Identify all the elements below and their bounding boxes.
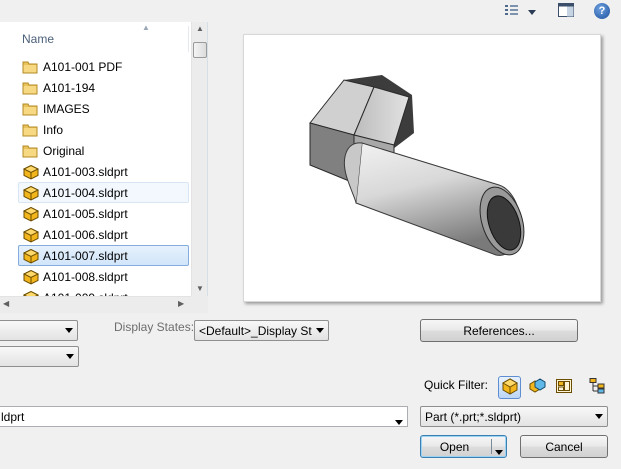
list-item-label: Info bbox=[43, 122, 64, 137]
list-item[interactable]: A101-005.sldprt bbox=[18, 203, 189, 224]
list-item-label: Original bbox=[43, 143, 85, 158]
solidworks-part-icon bbox=[22, 269, 40, 285]
filter-top-assemblies-icon bbox=[588, 377, 606, 398]
list-item[interactable]: IMAGES bbox=[18, 98, 189, 119]
list-item-label: A101-006.sldprt bbox=[43, 227, 128, 242]
display-states-label: Display States: bbox=[114, 320, 195, 334]
list-item[interactable]: A101-006.sldprt bbox=[18, 224, 189, 245]
list-item[interactable]: A101-007.sldprt bbox=[18, 245, 189, 266]
references-button-label: References... bbox=[463, 323, 535, 338]
cancel-button-label: Cancel bbox=[545, 439, 583, 454]
folder-icon bbox=[22, 143, 40, 159]
scrollbar-corner bbox=[191, 296, 208, 313]
file-list-pane: ▲ Name A101-001 PDF A101-194 IMAGES Info Ori… bbox=[0, 22, 208, 298]
chevron-down-icon bbox=[66, 354, 74, 359]
column-header-label: Name bbox=[22, 32, 55, 46]
file-name-value: ldprt bbox=[1, 409, 25, 424]
help-icon: ? bbox=[594, 3, 610, 19]
filter-assemblies-icon bbox=[528, 377, 546, 398]
chevron-down-icon bbox=[595, 414, 603, 419]
cancel-button[interactable]: Cancel bbox=[520, 435, 608, 458]
list-item[interactable]: A101-008.sldprt bbox=[18, 266, 189, 287]
list-item-label: A101-001 PDF bbox=[43, 59, 123, 74]
open-split-divider bbox=[491, 439, 492, 454]
preview-pane-icon bbox=[558, 2, 574, 20]
filter-parts-icon bbox=[501, 377, 519, 398]
filter-drawings-button[interactable] bbox=[552, 376, 575, 399]
configurations-combo[interactable] bbox=[0, 320, 78, 341]
solidworks-part-icon bbox=[22, 164, 40, 180]
list-item[interactable]: A101-194 bbox=[18, 77, 189, 98]
column-divider bbox=[188, 26, 189, 52]
list-item[interactable]: A101-003.sldprt bbox=[18, 161, 189, 182]
preview-pane-button[interactable] bbox=[555, 1, 577, 21]
preview-card bbox=[243, 34, 601, 302]
filter-top-assemblies-button[interactable] bbox=[585, 376, 608, 399]
filter-drawings-icon bbox=[555, 377, 573, 398]
list-item[interactable]: Original bbox=[18, 140, 189, 161]
mode-combo[interactable] bbox=[0, 346, 79, 367]
solidworks-part-icon bbox=[22, 185, 40, 201]
folder-icon bbox=[22, 80, 40, 96]
list-item-label: A101-005.sldprt bbox=[43, 206, 128, 221]
chevron-down-icon bbox=[528, 4, 536, 18]
chevron-down-icon[interactable] bbox=[395, 414, 403, 428]
open-button[interactable]: Open bbox=[420, 435, 507, 458]
list-item[interactable]: Info bbox=[18, 119, 189, 140]
list-item-label: A101-003.sldprt bbox=[43, 164, 128, 179]
open-button-label: Open bbox=[439, 439, 470, 454]
preview-area bbox=[209, 22, 621, 313]
vertical-scrollbar[interactable]: ▲ ▼ bbox=[191, 22, 207, 298]
scroll-right-icon[interactable]: ▶ bbox=[178, 299, 184, 308]
folder-icon bbox=[22, 59, 40, 75]
display-states-value: <Default>_Display St bbox=[199, 323, 312, 338]
scroll-left-icon[interactable]: ◀ bbox=[3, 299, 9, 308]
horizontal-scrollbar[interactable]: ◀ ▶ bbox=[0, 296, 191, 313]
scrollbar-thumb[interactable] bbox=[193, 42, 207, 58]
list-item-label: A101-007.sldprt bbox=[43, 248, 128, 263]
scroll-down-icon[interactable]: ▼ bbox=[196, 284, 204, 293]
list-item-label: A101-008.sldprt bbox=[43, 269, 128, 284]
list-item-label: A101-194 bbox=[43, 80, 96, 95]
file-type-value: Part (*.prt;*.sldprt) bbox=[425, 409, 522, 424]
chevron-down-icon[interactable] bbox=[495, 444, 503, 458]
list-item[interactable]: A101-001 PDF bbox=[18, 56, 189, 77]
folder-icon bbox=[22, 122, 40, 138]
solidworks-part-icon bbox=[22, 227, 40, 243]
help-button[interactable]: ? bbox=[591, 1, 613, 21]
chevron-down-icon bbox=[65, 328, 73, 333]
references-button[interactable]: References... bbox=[420, 319, 578, 342]
name-column-header[interactable]: ▲ Name bbox=[0, 22, 191, 56]
change-view-button[interactable] bbox=[500, 1, 540, 21]
folder-icon bbox=[22, 101, 40, 117]
file-type-combo[interactable]: Part (*.prt;*.sldprt) bbox=[420, 406, 608, 427]
chevron-down-icon bbox=[316, 328, 324, 333]
filter-assemblies-button[interactable] bbox=[525, 376, 548, 399]
toolbar: ? bbox=[0, 0, 621, 22]
solidworks-part-icon bbox=[22, 206, 40, 222]
list-item-label: IMAGES bbox=[43, 101, 90, 116]
list-item-label: A101-004.sldprt bbox=[43, 185, 128, 200]
filter-parts-button[interactable] bbox=[498, 376, 521, 399]
solidworks-part-icon bbox=[22, 248, 40, 264]
display-states-combo[interactable]: <Default>_Display St bbox=[194, 320, 329, 341]
quick-filter-label: Quick Filter: bbox=[424, 378, 489, 392]
sort-ascending-icon: ▲ bbox=[142, 23, 150, 32]
scroll-up-icon[interactable]: ▲ bbox=[196, 24, 204, 33]
list-item[interactable]: A101-004.sldprt bbox=[18, 182, 189, 203]
file-name-input[interactable]: ldprt bbox=[0, 406, 408, 427]
details-view-icon bbox=[504, 3, 520, 20]
bolt-preview-image bbox=[309, 75, 525, 256]
